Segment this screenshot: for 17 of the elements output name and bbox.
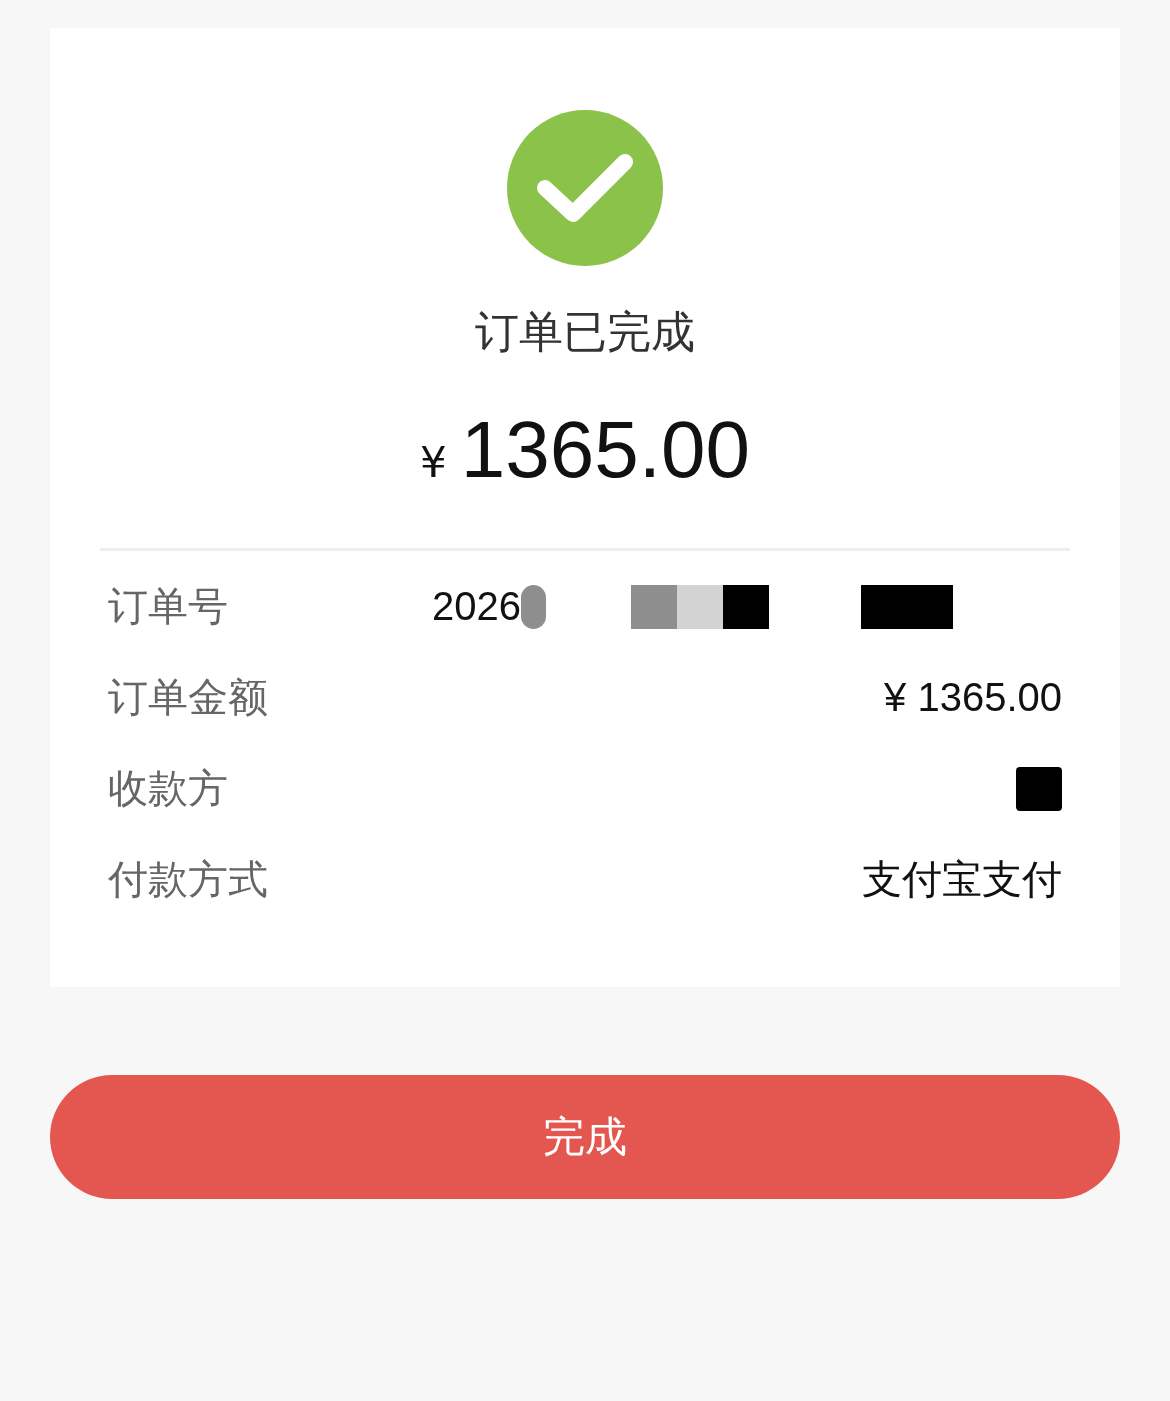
- redaction-block: [1016, 766, 1062, 811]
- detail-label: 收款方: [108, 764, 228, 813]
- success-check-icon: [507, 110, 663, 266]
- total-amount: 1365.00: [460, 404, 750, 496]
- detail-label: 订单金额: [108, 673, 268, 722]
- redaction-block: [677, 584, 723, 629]
- done-button[interactable]: 完成: [50, 1075, 1120, 1199]
- detail-value: ¥ 1365.00: [884, 675, 1062, 720]
- status-title: 订单已完成: [475, 305, 695, 359]
- redaction-block: [723, 584, 769, 629]
- redaction-block: [631, 584, 677, 629]
- redaction-block: [521, 584, 546, 629]
- currency-symbol: ¥: [420, 438, 447, 487]
- detail-value: 2026: [432, 584, 521, 629]
- detail-value: 支付宝支付: [862, 856, 1062, 903]
- detail-label: 订单号: [108, 582, 228, 631]
- detail-label: 付款方式: [108, 855, 268, 904]
